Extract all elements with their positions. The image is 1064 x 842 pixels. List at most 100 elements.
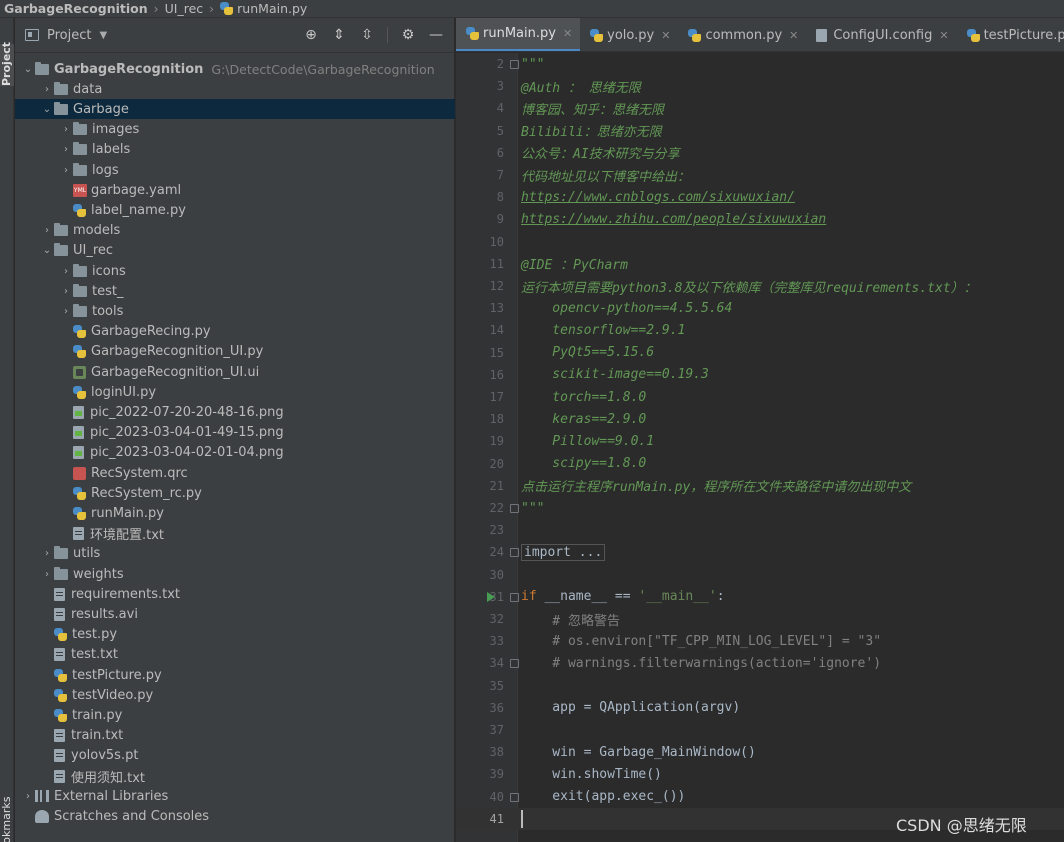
code-line[interactable]: 9 https://www.zhihu.com/people/sixuwuxian [456,208,1064,230]
tree-item[interactable]: › labels [15,140,455,160]
code-line[interactable]: 7 代码地址见以下博客中给出： [456,164,1064,186]
tree-item[interactable]: test.py [15,625,455,645]
project-view-selector[interactable]: Project [47,28,91,43]
tree-item[interactable]: GarbageRecognition_UI.py [15,342,455,362]
tree-item[interactable]: ⌄ GarbageRecognition G:\DetectCode\Garbage… [15,59,455,79]
tree-item[interactable]: label_name.py [15,200,455,220]
tree-item[interactable]: pic_2022-07-20-20-48-16.png [15,402,455,422]
tree-item[interactable]: ⌄ Garbage [15,99,455,120]
code-line[interactable]: 12 运行本项目需要python3.8及以下依赖库（完整库见requirement… [456,275,1064,297]
tree-item[interactable]: train.txt [15,726,455,746]
code-line[interactable]: 32 # 忽略警告 [456,608,1064,630]
tree-item[interactable]: GarbageRecognition_UI.ui [15,362,455,382]
code-line[interactable]: 15 PyQt5==5.15.6 [456,342,1064,364]
chevron-right-icon[interactable]: › [40,569,54,580]
fold-marker-icon[interactable] [510,792,519,802]
docstring-link[interactable]: https://www.cnblogs.com/sixuwuxian/ [521,190,795,205]
close-icon[interactable]: ✕ [789,29,798,42]
tree-item[interactable]: Scratches and Consoles [15,806,455,826]
tree-item[interactable]: loginUI.py [15,382,455,402]
fold-marker-icon[interactable] [510,548,519,558]
code-area[interactable]: 2 """ 3 @Auth ： 思绪无限 4 博客园、知乎：思绪无限 5 Bilibili：思… [456,53,1064,842]
editor-tab[interactable]: testPicture.py✕ [957,18,1064,51]
folded-imports[interactable]: import ... [521,543,606,561]
code-line[interactable]: 20 scipy==1.8.0 [456,453,1064,475]
bookmarks-tool-tab[interactable]: Bookmarks [0,797,14,842]
tree-item[interactable]: testPicture.py [15,665,455,685]
tree-item[interactable]: › weights [15,564,455,584]
tree-item[interactable]: RecSystem_rc.py [15,483,455,503]
tree-item[interactable]: › External Libraries [15,786,455,806]
chevron-right-icon[interactable]: › [59,165,73,176]
code-line[interactable]: 5 Bilibili：思绪亦无限 [456,120,1064,142]
tree-item[interactable]: RecSystem.qrc [15,463,455,483]
code-line[interactable]: 2 """ [456,53,1064,75]
tree-item[interactable]: 使用须知.txt [15,766,455,786]
collapse-all-icon[interactable]: ⇳ [359,27,375,43]
tree-item[interactable]: pic_2023-03-04-02-01-04.png [15,443,455,463]
chevron-right-icon[interactable]: › [59,286,73,297]
code-line[interactable]: 37 [456,719,1064,741]
tree-item[interactable]: runMain.py [15,503,455,523]
locate-file-icon[interactable]: ⊕ [303,27,319,43]
tree-item[interactable]: › test_ [15,281,455,301]
code-line[interactable]: 21 点击运行主程序runMain.py，程序所在文件夹路径中请勿出现中文 [456,475,1064,497]
code-line[interactable]: 17 torch==1.8.0 [456,386,1064,408]
tree-item[interactable]: train.py [15,705,455,725]
tree-item[interactable]: › tools [15,301,455,321]
chevron-right-icon[interactable]: › [59,144,73,155]
breadcrumb-item[interactable]: runMain.py [220,1,307,16]
chevron-down-icon[interactable]: ▼ [99,30,107,41]
tree-item[interactable]: requirements.txt [15,584,455,604]
tree-item[interactable]: › images [15,120,455,140]
code-line[interactable]: 39 win.showTime() [456,763,1064,785]
code-line[interactable]: 8 https://www.cnblogs.com/sixuwuxian/ [456,186,1064,208]
breadcrumb-item[interactable]: UI_rec [165,1,204,16]
chevron-right-icon[interactable]: › [40,84,54,95]
chevron-right-icon[interactable]: › [59,124,73,135]
code-line[interactable]: 3 @Auth ： 思绪无限 [456,75,1064,97]
tree-item[interactable]: test.txt [15,645,455,665]
project-tool-tab[interactable]: Project [0,42,14,86]
code-line[interactable]: 14 tensorflow==2.9.1 [456,319,1064,341]
tree-item[interactable]: › icons [15,261,455,281]
editor-tab[interactable]: common.py ✕ [678,18,806,51]
tree-item[interactable]: YML garbage.yaml [15,180,455,200]
code-line[interactable]: 6 公众号：AI技术研究与分享 [456,142,1064,164]
tree-item[interactable]: yolov5s.pt [15,746,455,766]
chevron-down-icon[interactable]: ⌄ [40,245,54,256]
tree-item[interactable]: testVideo.py [15,685,455,705]
code-line[interactable]: 35 [456,675,1064,697]
code-line[interactable]: 38 win = Garbage_MainWindow() [456,741,1064,763]
fold-marker-icon[interactable] [510,60,519,69]
fold-marker-icon[interactable] [510,592,519,602]
code-line[interactable]: 22 """ [456,497,1064,519]
code-line[interactable]: 40 exit(app.exec_()) [456,786,1064,808]
code-line[interactable]: 30 [456,564,1064,586]
tree-item[interactable]: results.avi [15,604,455,624]
close-icon[interactable]: ✕ [939,29,948,42]
tree-item[interactable]: 环境配置.txt [15,524,455,544]
tree-item[interactable]: ⌄ UI_rec [15,241,455,261]
chevron-right-icon[interactable]: › [21,791,35,802]
code-line[interactable]: 18 keras==2.9.0 [456,408,1064,430]
code-line[interactable]: 11 @IDE ：PyCharm [456,253,1064,275]
editor-tab[interactable]: yolo.py ✕ [580,18,678,51]
tree-item[interactable]: › logs [15,160,455,180]
chevron-right-icon[interactable]: › [59,306,73,317]
code-line[interactable]: 24 import ... [456,541,1064,563]
fold-marker-icon[interactable] [510,504,519,513]
close-icon[interactable]: ✕ [661,29,670,42]
breadcrumb-item[interactable]: GarbageRecognition [4,1,148,16]
chevron-down-icon[interactable]: ⌄ [40,104,54,115]
run-icon[interactable] [487,591,495,602]
chevron-right-icon[interactable]: › [59,266,73,277]
close-icon[interactable]: ✕ [563,27,572,40]
code-line[interactable]: 31 if __name__ == '__main__': [456,586,1064,608]
code-line[interactable]: 19 Pillow==9.0.1 [456,430,1064,452]
editor-tab[interactable]: runMain.py ✕ [456,18,581,51]
editor-tab[interactable]: ConfigUI.config ✕ [806,18,956,51]
tree-item[interactable]: › data [15,79,455,99]
chevron-down-icon[interactable]: ⌄ [21,64,35,75]
code-line[interactable]: 4 博客园、知乎：思绪无限 [456,97,1064,119]
